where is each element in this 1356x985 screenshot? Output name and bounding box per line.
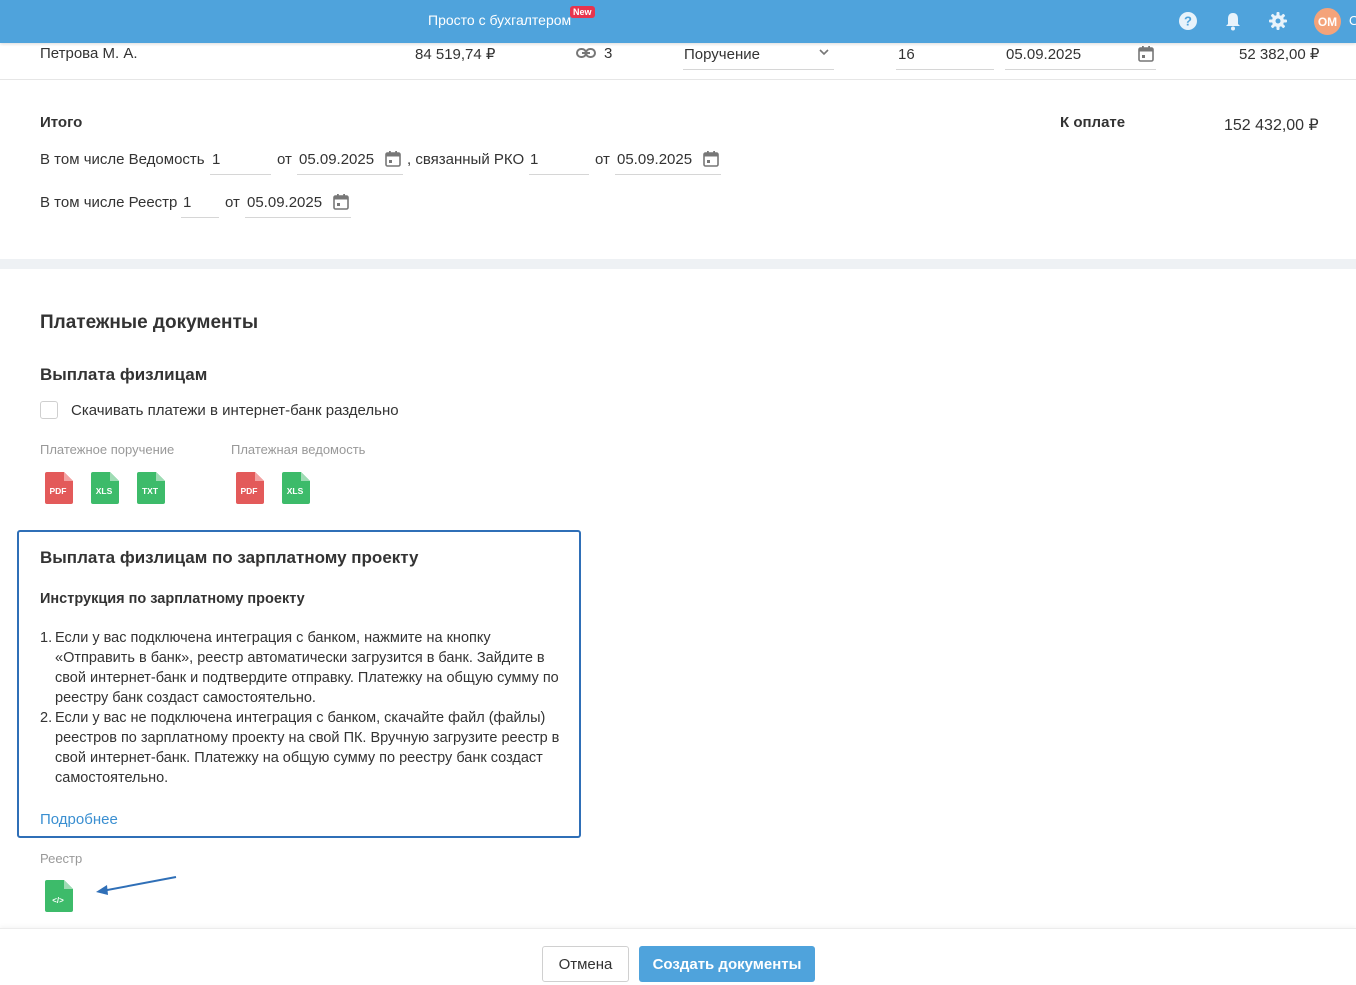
svg-text:PDF: PDF [50,486,67,496]
employee-row: Петрова М. А. 84 519,74 ₽ 3 Поручение 16… [0,43,1356,80]
payment-order-label: Платежное поручение [40,442,175,457]
calendar-icon[interactable] [702,150,720,168]
links-count: 3 [604,45,613,62]
xls-file-icon[interactable]: XLS [282,472,310,504]
reestr-number-underline [181,217,219,218]
chevron-down-icon[interactable] [818,45,830,62]
rko-number-input[interactable]: 1 [530,151,538,168]
to-pay-value: 152 432,00 ₽ [1224,117,1319,134]
employee-name: Петрова М. А. [40,45,138,62]
new-badge: New [570,6,595,18]
doc-date-underline [1005,69,1156,70]
download-separately-label[interactable]: Скачивать платежи в интернет-банк раздел… [71,402,399,419]
xls-file-icon[interactable]: XLS [91,472,119,504]
doc-number-underline [896,69,994,70]
svg-text:</>: </> [52,896,64,905]
vedomost-number-input[interactable]: 1 [212,151,220,168]
avatar[interactable]: ОМ [1314,8,1341,35]
cancel-button[interactable]: Отмена [542,946,629,982]
svg-text:?: ? [1184,14,1192,29]
instruction-list: 1. Если у вас подключена интеграция с бан… [40,628,560,788]
instruction-title: Инструкция по зарплатному проекту [40,591,305,607]
create-documents-button[interactable]: Создать документы [639,946,815,982]
calendar-icon[interactable] [384,150,402,168]
pdf-file-icon[interactable]: PDF [236,472,264,504]
reestr-number-input[interactable]: 1 [183,194,191,211]
instruction-step: 2. Если у вас не подключена интеграция с … [40,710,560,786]
download-separately-checkbox[interactable] [40,401,58,419]
arrow-annotation-icon [96,876,177,895]
reestr-date-input[interactable]: 05.09.2025 [247,194,322,211]
individuals-title: Выплата физлицам [40,365,208,384]
rko-from-label: от [595,151,610,168]
svg-text:PDF: PDF [241,486,258,496]
more-link[interactable]: Подробнее [40,811,118,828]
txt-file-icon[interactable]: TXT [137,472,165,504]
pdf-file-icon[interactable]: PDF [45,472,73,504]
bell-icon[interactable] [1223,11,1243,31]
section-divider [0,259,1356,269]
xml-file-icon[interactable]: </> [45,880,73,912]
doc-type-select[interactable]: Поручение [684,46,760,63]
to-pay-label: К оплате [1060,114,1126,131]
rko-label: , связанный РКО [407,151,525,168]
doc-type-underline [683,69,834,70]
employee-to-pay: 52 382,00 ₽ [1239,46,1320,63]
salary-project-title: Выплата физлицам по зарплатному проекту [40,548,419,567]
gear-icon[interactable] [1268,11,1288,31]
instruction-step: 1. Если у вас подключена интеграция с бан… [40,630,559,706]
top-bar: Просто с бухгалтером New ? ОМ О [0,0,1356,43]
vedomost-label: В том числе Ведомость [40,151,205,168]
user-name-truncated[interactable]: О [1349,13,1356,28]
vedomost-date-input[interactable]: 05.09.2025 [299,151,374,168]
promo-link[interactable]: Просто с бухгалтером [428,12,571,28]
registry-label: Реестр [40,851,83,866]
reestr-label: В том числе Реестр [40,194,178,211]
payment-docs-title: Платежные документы [40,312,259,333]
rko-number-underline [529,174,589,175]
rko-date-input[interactable]: 05.09.2025 [617,151,692,168]
doc-date-input[interactable]: 05.09.2025 [1006,46,1081,63]
vedomost-from-label: от [277,151,292,168]
footer-bar: Отмена Создать документы [0,928,1356,985]
help-icon[interactable]: ? [1178,11,1198,31]
link-icon[interactable] [576,46,596,64]
vedomost-number-underline [210,174,271,175]
calendar-icon[interactable] [332,193,350,211]
reestr-date-underline [245,217,351,218]
employee-amount: 84 519,74 ₽ [415,46,496,63]
calendar-icon[interactable] [1137,45,1155,63]
payment-statement-label: Платежная ведомость [231,442,366,457]
vedomost-date-underline [297,174,403,175]
svg-text:XLS: XLS [287,486,304,496]
svg-text:TXT: TXT [142,486,159,496]
reestr-from-label: от [225,194,240,211]
rko-date-underline [615,174,721,175]
svg-text:XLS: XLS [96,486,113,496]
totals-title: Итого [40,114,83,131]
doc-number-input[interactable]: 16 [898,46,915,63]
